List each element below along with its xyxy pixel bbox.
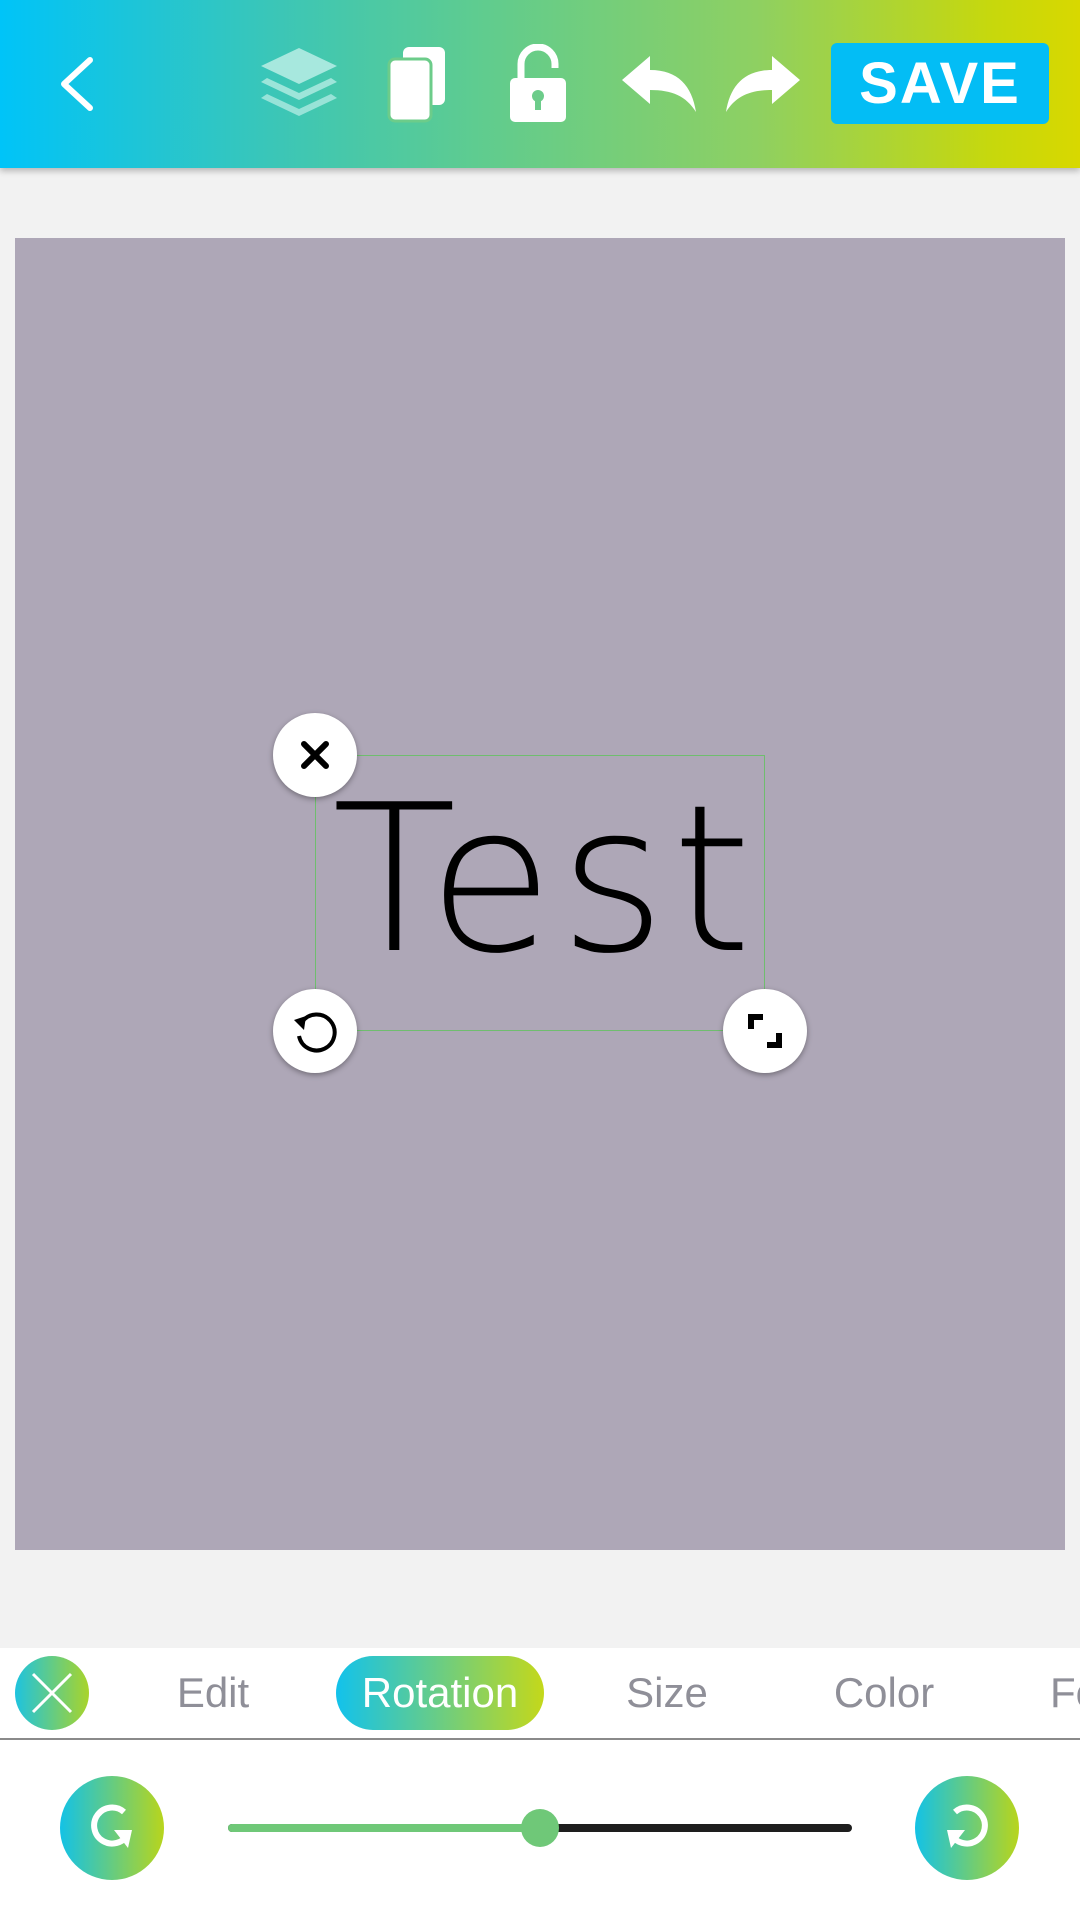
tab-color[interactable]: Color bbox=[826, 1656, 942, 1730]
undo-button[interactable] bbox=[620, 34, 698, 134]
copy-icon bbox=[387, 47, 445, 123]
rotation-slider[interactable] bbox=[228, 1809, 852, 1847]
chevron-left-icon bbox=[61, 57, 93, 111]
rotate-clockwise-icon bbox=[947, 1804, 988, 1848]
text-element-content[interactable]: Test bbox=[332, 756, 762, 1006]
tab-edit[interactable]: Edit bbox=[168, 1656, 258, 1730]
unlock-icon bbox=[510, 44, 566, 122]
duplicate-button[interactable] bbox=[384, 34, 450, 134]
layers-icon bbox=[261, 48, 337, 116]
tab-rotation[interactable]: Rotation bbox=[336, 1656, 544, 1730]
close-icon bbox=[31, 1672, 73, 1714]
design-canvas[interactable]: Test bbox=[15, 238, 1065, 1550]
lock-button[interactable] bbox=[506, 34, 570, 134]
redo-icon bbox=[726, 56, 800, 112]
top-toolbar: SAVE bbox=[0, 0, 1080, 168]
rotate-left-button[interactable] bbox=[60, 1776, 164, 1880]
close-icon bbox=[301, 741, 329, 769]
slider-fill bbox=[228, 1824, 540, 1832]
layers-button[interactable] bbox=[258, 34, 340, 134]
resize-handle[interactable] bbox=[723, 989, 807, 1073]
back-button[interactable] bbox=[48, 34, 104, 134]
close-tools-button[interactable] bbox=[15, 1656, 89, 1730]
slider-thumb[interactable] bbox=[521, 1809, 559, 1847]
redo-button[interactable] bbox=[724, 34, 802, 134]
delete-handle[interactable] bbox=[273, 713, 357, 797]
rotate-counterclockwise-icon bbox=[91, 1804, 132, 1848]
rotation-panel bbox=[0, 1740, 1080, 1920]
rotate-handle[interactable] bbox=[273, 989, 357, 1073]
text-element[interactable]: Test bbox=[315, 755, 765, 1031]
resize-icon bbox=[748, 1014, 782, 1048]
tool-tabs: Edit Rotation Size Color Fo bbox=[0, 1648, 1080, 1740]
tab-font[interactable]: Fo bbox=[1050, 1656, 1080, 1730]
rotate-icon bbox=[294, 1012, 337, 1053]
undo-icon bbox=[622, 56, 696, 112]
save-button[interactable]: SAVE bbox=[831, 43, 1049, 124]
tab-size[interactable]: Size bbox=[622, 1656, 712, 1730]
rotate-right-button[interactable] bbox=[915, 1776, 1019, 1880]
